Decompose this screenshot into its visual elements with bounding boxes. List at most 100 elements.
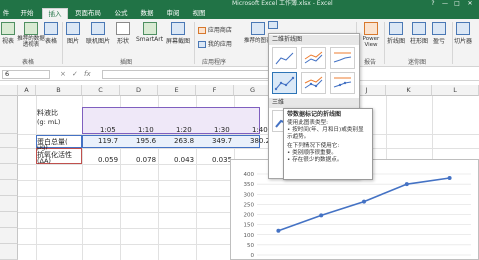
row-header[interactable] [0,148,18,164]
row-header[interactable] [0,180,18,196]
table-button[interactable]: 表格 [44,22,58,45]
sparkline-column-icon [412,22,426,35]
online-picture-icon [91,22,105,35]
window-title: Microsoft Excel 工作簿.xlsx - Excel [232,0,333,7]
maximize-button[interactable]: □ [452,0,462,8]
power-view-button[interactable]: Power View [360,22,382,48]
chart-thumb-percent-line-markers[interactable] [330,72,355,94]
tab-file[interactable]: 件 [0,8,12,19]
line-chart-icon [268,21,278,29]
row-header[interactable] [0,228,18,244]
recommended-charts-icon [250,22,265,35]
row-header[interactable] [0,96,18,134]
y-tick-label: 100 [244,233,255,239]
close-button[interactable]: ✕ [465,0,475,8]
chart-thumb-stacked-line[interactable] [301,47,326,69]
line-chart-dropdown-button[interactable] [268,21,278,30]
group-label-illustrations: 插图 [120,59,133,66]
stacked-line-icon [304,51,323,64]
cancel-formula-button[interactable]: × [60,70,66,79]
name-box[interactable]: 6 [2,70,50,79]
gallery-section-3d: 三维 [269,98,359,108]
row-header[interactable] [0,196,18,212]
power-view-icon [364,22,378,35]
select-all-corner[interactable] [0,85,18,96]
row-header[interactable] [0,244,18,260]
tab-view[interactable]: 视图 [188,8,210,19]
y-tick-label: 0 [251,253,255,259]
pictures-button[interactable]: 图片 [66,22,80,45]
column-header-l[interactable]: L [432,85,479,96]
data-point[interactable] [276,228,281,233]
slicer-button[interactable]: 切片器 [454,22,472,45]
column-header-c[interactable]: C [82,85,120,96]
help-button[interactable]: ? [428,0,438,8]
my-apps-label: 我的应用 [207,41,232,48]
chart-thumb-line[interactable] [272,47,297,69]
minimize-button[interactable]: — [440,0,450,8]
column-header-a[interactable]: A [18,85,36,96]
line-chart-icon [275,52,294,65]
data-point[interactable] [404,182,409,187]
cell-ratio-value: 1:05 [100,126,116,134]
tab-page-layout[interactable]: 页面布局 [70,8,106,19]
tab-insert[interactable]: 插入 [42,8,68,19]
store-button[interactable]: 应用商店 [198,25,232,35]
cell-ratio-value: 1:30 [214,126,230,134]
tab-home[interactable]: 开始 [14,8,40,19]
smartart-button[interactable]: SmartArt [136,22,163,43]
shapes-icon [116,22,130,35]
data-point[interactable] [362,199,366,204]
data-point[interactable] [319,213,324,218]
row-header[interactable] [0,134,18,148]
smartart-icon [142,22,157,35]
stacked-markers-icon [304,76,323,89]
sparkline-winloss-button[interactable]: 盈亏 [432,22,446,45]
tab-review[interactable]: 审阅 [162,8,184,19]
recommended-pivot-icon [24,22,38,35]
apps-icon [198,40,206,48]
row-header[interactable] [0,164,18,180]
data-point[interactable] [447,176,452,181]
my-apps-button[interactable]: 我的应用 [198,39,232,49]
row-header[interactable] [0,212,18,228]
ribbon-tabs: 件 开始 插入 页面布局 公式 数据 审阅 视图 [0,8,479,19]
column-header-b[interactable]: B [36,85,82,96]
percent-markers-icon [333,77,352,88]
screenshot-button[interactable]: 屏幕截图 [166,22,190,45]
column-header-g[interactable]: G [234,85,272,96]
pivot-table-icon [1,22,15,35]
online-pictures-button[interactable]: 联机图片 [86,22,110,45]
cell-protein-value: 349.7 [212,137,233,145]
store-label: 应用商店 [207,27,232,34]
column-header-e[interactable]: E [158,85,196,96]
recommended-pivot-button[interactable]: 推荐的数据透视表 [16,22,46,48]
confirm-formula-button[interactable]: ✓ [72,70,78,79]
chart-thumb-stacked-line-markers[interactable] [301,72,326,94]
online-pictures-label: 联机图片 [86,38,111,45]
tooltip-title: 带数据标记的折线图 [287,111,342,118]
column-header-f[interactable]: F [196,85,234,96]
tab-formulas[interactable]: 公式 [110,8,132,19]
y-tick-label: 200 [244,213,255,219]
ribbon-separator [194,22,195,64]
cell-activity-unit: (ΔA) [37,157,51,165]
chart-thumb-line-markers[interactable] [272,72,297,94]
smartart-label: SmartArt [136,36,164,43]
cell-protein-value: 263.8 [174,137,195,145]
pivot-table-button[interactable]: 视表 [1,22,15,45]
tab-data[interactable]: 数据 [136,8,158,19]
sparkline-column-button[interactable]: 柱形图 [410,22,428,45]
column-header-d[interactable]: D [120,85,158,96]
sparkline-line-icon [389,22,403,35]
formula-input[interactable] [102,70,270,79]
cell-activity-value: 0.059 [98,156,119,164]
chart-thumb-percent-line[interactable] [330,47,355,69]
recommended-pivot-label: 推荐的数据透视表 [17,36,45,48]
group-label-sparklines: 迷你图 [408,59,427,66]
sparkline-line-button[interactable]: 折线图 [387,22,405,45]
column-header-k[interactable]: K [386,85,432,96]
screenshot-icon [171,22,185,35]
insert-function-button[interactable]: fx [84,70,91,79]
shapes-button[interactable]: 形状 [116,22,130,45]
